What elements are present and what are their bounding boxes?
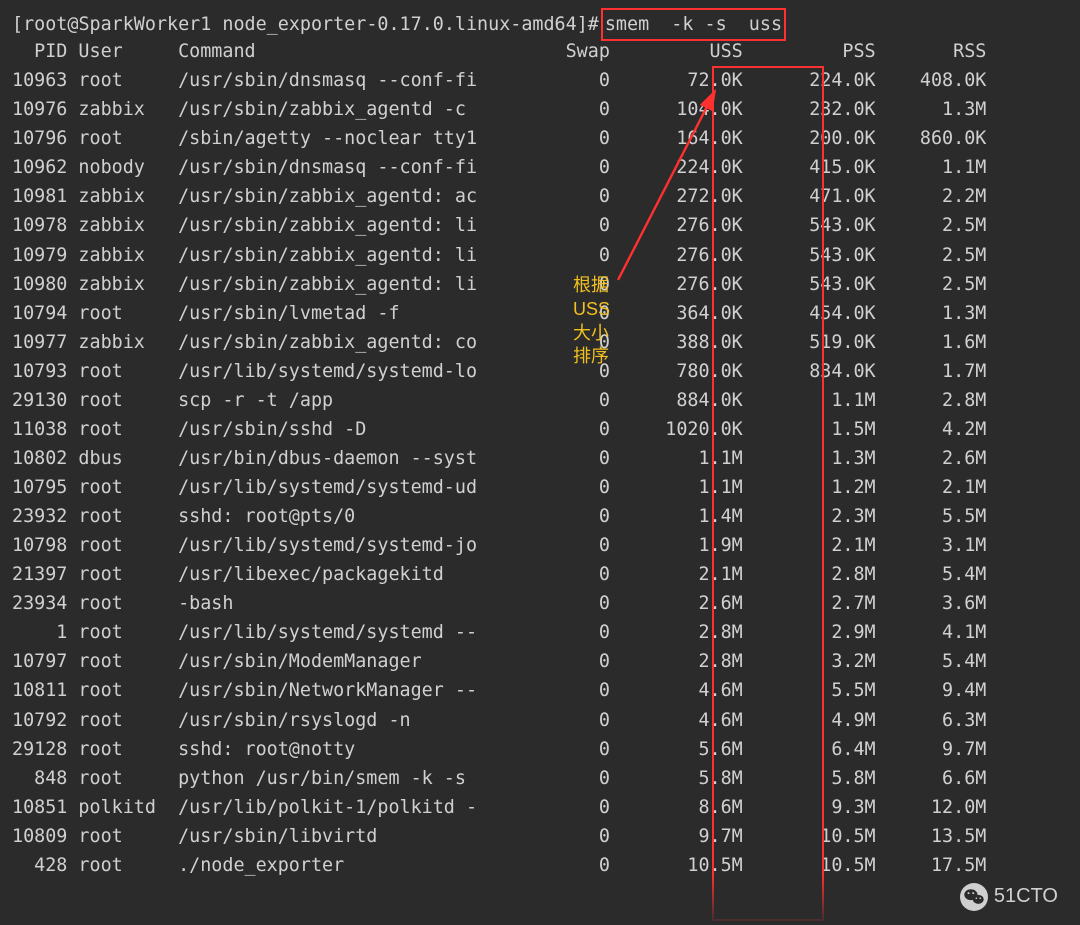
process-row: 10976 zabbix /usr/sbin/zabbix_agentd -c … [0, 95, 1080, 124]
command-text: smem -k -s uss [605, 14, 782, 35]
process-row: 11038 root /usr/sbin/sshd -D 0 1020.0K 1… [0, 415, 1080, 444]
bracket-right: ] [577, 14, 588, 35]
process-row: 10977 zabbix /usr/sbin/zabbix_agentd: co… [0, 328, 1080, 357]
prompt-line[interactable]: [root@SparkWorker1 node_exporter-0.17.0.… [0, 8, 1080, 37]
column-headers: PID User Command Swap USS PSS RSS [0, 37, 1080, 66]
annotation-note: 根据 USS 大小 排序 [573, 274, 610, 369]
process-row: 10962 nobody /usr/sbin/dnsmasq --conf-fi… [0, 153, 1080, 182]
terminal-output: [root@SparkWorker1 node_exporter-0.17.0.… [0, 0, 1080, 880]
process-row: 10793 root /usr/lib/systemd/systemd-lo 0… [0, 357, 1080, 386]
bottom-fade [0, 875, 1080, 925]
process-row: 1 root /usr/lib/systemd/systemd -- 0 2.8… [0, 618, 1080, 647]
process-row: 10981 zabbix /usr/sbin/zabbix_agentd: ac… [0, 182, 1080, 211]
process-row: 10811 root /usr/sbin/NetworkManager -- 0… [0, 676, 1080, 705]
process-row: 10798 root /usr/lib/systemd/systemd-jo 0… [0, 531, 1080, 560]
process-row: 29130 root scp -r -t /app 0 884.0K 1.1M … [0, 386, 1080, 415]
process-row: 428 root ./node_exporter 0 10.5M 10.5M 1… [0, 851, 1080, 880]
process-row: 10797 root /usr/sbin/ModemManager 0 2.8M… [0, 647, 1080, 676]
process-row: 10979 zabbix /usr/sbin/zabbix_agentd: li… [0, 241, 1080, 270]
process-row: 10809 root /usr/sbin/libvirtd 0 9.7M 10.… [0, 822, 1080, 851]
process-row: 23932 root sshd: root@pts/0 0 1.4M 2.3M … [0, 502, 1080, 531]
process-row: 10978 zabbix /usr/sbin/zabbix_agentd: li… [0, 211, 1080, 240]
process-row: 21397 root /usr/libexec/packagekitd 0 2.… [0, 560, 1080, 589]
bracket-left: [ [12, 14, 23, 35]
user-host: root@SparkWorker1 [23, 14, 211, 35]
process-row: 10802 dbus /usr/bin/dbus-daemon --syst 0… [0, 444, 1080, 473]
process-row: 10796 root /sbin/agetty --noclear tty1 0… [0, 124, 1080, 153]
process-row: 29128 root sshd: root@notty 0 5.6M 6.4M … [0, 735, 1080, 764]
process-row: 10851 polkitd /usr/lib/polkit-1/polkitd … [0, 793, 1080, 822]
process-row: 10795 root /usr/lib/systemd/systemd-ud 0… [0, 473, 1080, 502]
process-row: 10794 root /usr/sbin/lvmetad -f 0 364.0K… [0, 299, 1080, 328]
watermark: 51CTO [960, 881, 1058, 913]
prompt-symbol: # [588, 14, 599, 35]
wechat-icon [960, 883, 988, 911]
process-row: 848 root python /usr/bin/smem -k -s 0 5.… [0, 764, 1080, 793]
process-row: 23934 root -bash 0 2.6M 2.7M 3.6M [0, 589, 1080, 618]
process-row: 10963 root /usr/sbin/dnsmasq --conf-fi 0… [0, 66, 1080, 95]
watermark-text: 51CTO [994, 881, 1058, 913]
cwd: node_exporter-0.17.0.linux-amd64 [222, 14, 576, 35]
process-row: 10792 root /usr/sbin/rsyslogd -n 0 4.6M … [0, 706, 1080, 735]
process-row: 10980 zabbix /usr/sbin/zabbix_agentd: li… [0, 270, 1080, 299]
